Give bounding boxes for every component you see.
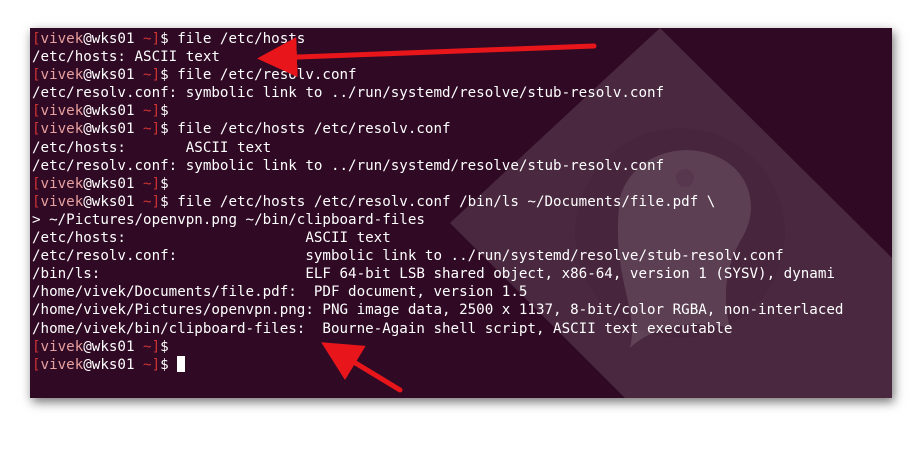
prompt-line: [vivek@wks01 ~]$	[32, 175, 892, 193]
command-text: file /etc/resolv.conf	[168, 67, 357, 84]
prompt-host: @wks01	[83, 103, 135, 120]
prompt-symbol: $	[160, 175, 169, 192]
prompt-line: [vivek@wks01 ~]$ file /etc/hosts	[32, 30, 892, 48]
output-text: /home/vivek/Documents/file.pdf: PDF docu…	[32, 284, 528, 301]
prompt-user: vivek	[40, 175, 84, 192]
output-line: /etc/hosts: ASCII text	[32, 139, 892, 157]
command-text: file /etc/hosts /etc/resolv.conf	[168, 121, 451, 138]
prompt-dir: ~]	[134, 31, 161, 47]
output-line: /etc/resolv.conf: symbolic link to ../ru…	[32, 84, 892, 102]
prompt-symbol: $	[160, 31, 169, 47]
screenshot-canvas: [vivek@wks01 ~]$ file /etc/hosts/etc/hos…	[0, 0, 921, 460]
prompt-bracket-open: [	[32, 356, 41, 373]
text-cursor[interactable]	[177, 355, 186, 372]
prompt-dir: ~]	[134, 338, 161, 355]
output-text: > ~/Pictures/openvpn.png ~/bin/clipboard…	[32, 211, 425, 228]
prompt-bracket-open: [	[32, 338, 41, 355]
prompt-host: @wks01	[83, 356, 135, 373]
output-text: /etc/resolv.conf: symbolic link to ../ru…	[32, 248, 784, 265]
prompt-line: [vivek@wks01 ~]$	[32, 338, 892, 356]
prompt-bracket-open: [	[32, 103, 41, 120]
prompt-dir: ~]	[134, 67, 161, 84]
prompt-dir: ~]	[134, 121, 161, 138]
prompt-bracket-open: [	[32, 121, 41, 138]
output-line: /etc/resolv.conf: symbolic link to ../ru…	[32, 157, 892, 175]
output-text: /home/vivek/Pictures/openvpn.png: PNG im…	[32, 302, 844, 319]
prompt-user: vivek	[40, 67, 84, 84]
prompt-symbol: $	[160, 356, 169, 373]
prompt-dir: ~]	[134, 103, 161, 120]
output-text: /etc/hosts: ASCII text	[32, 49, 220, 66]
output-text: /etc/resolv.conf: symbolic link to ../ru…	[32, 85, 665, 102]
output-line: /etc/hosts: ASCII text	[32, 48, 892, 66]
prompt-dir: ~]	[134, 175, 161, 192]
output-line: /home/vivek/Documents/file.pdf: PDF docu…	[32, 283, 892, 301]
prompt-symbol: $	[160, 103, 169, 120]
prompt-line: [vivek@wks01 ~]$ file /etc/hosts /etc/re…	[32, 120, 892, 138]
prompt-user: vivek	[40, 193, 84, 210]
output-line: /etc/resolv.conf: symbolic link to ../ru…	[32, 247, 892, 265]
prompt-bracket-open: [	[32, 175, 41, 192]
prompt-line: [vivek@wks01 ~]$	[32, 102, 892, 120]
command-text: file /etc/hosts	[168, 31, 306, 47]
output-text: /etc/resolv.conf: symbolic link to ../ru…	[32, 157, 665, 174]
output-text: /etc/hosts: ASCII text	[32, 230, 391, 247]
prompt-host: @wks01	[83, 175, 135, 192]
prompt-dir: ~]	[134, 356, 161, 373]
terminal-output: [vivek@wks01 ~]$ file /etc/hosts/etc/hos…	[32, 30, 892, 374]
prompt-symbol: $	[160, 193, 169, 210]
output-text: /etc/hosts: ASCII text	[32, 139, 272, 156]
prompt-bracket-open: [	[32, 193, 41, 210]
prompt-dir: ~]	[134, 193, 161, 210]
output-text: /home/vivek/bin/clipboard-files: Bourne-…	[32, 320, 733, 337]
prompt-host: @wks01	[83, 67, 135, 84]
output-text: /bin/ls: ELF 64-bit LSB shared object, x…	[32, 266, 835, 283]
prompt-host: @wks01	[83, 193, 135, 210]
prompt-user: vivek	[40, 103, 84, 120]
prompt-line: [vivek@wks01 ~]$ file /etc/hosts /etc/re…	[32, 193, 892, 211]
prompt-user: vivek	[40, 121, 84, 138]
prompt-bracket-open: [	[32, 67, 41, 84]
prompt-symbol: $	[160, 338, 169, 355]
prompt-user: vivek	[40, 31, 84, 47]
prompt-symbol: $	[160, 121, 169, 138]
prompt-line: [vivek@wks01 ~]$	[32, 355, 892, 374]
prompt-symbol: $	[160, 67, 169, 84]
command-text	[169, 357, 178, 373]
output-line: /bin/ls: ELF 64-bit LSB shared object, x…	[32, 265, 892, 283]
prompt-user: vivek	[40, 338, 84, 355]
prompt-host: @wks01	[83, 121, 135, 138]
prompt-line: [vivek@wks01 ~]$ file /etc/resolv.conf	[32, 66, 892, 84]
prompt-host: @wks01	[83, 31, 135, 47]
prompt-user: vivek	[40, 356, 84, 373]
output-line: /home/vivek/Pictures/openvpn.png: PNG im…	[32, 301, 892, 319]
output-line: /home/vivek/bin/clipboard-files: Bourne-…	[32, 320, 892, 338]
prompt-bracket-open: [	[32, 31, 41, 47]
output-line: > ~/Pictures/openvpn.png ~/bin/clipboard…	[32, 211, 892, 229]
prompt-host: @wks01	[83, 338, 135, 355]
command-text: file /etc/hosts /etc/resolv.conf /bin/ls…	[168, 193, 716, 210]
output-line: /etc/hosts: ASCII text	[32, 229, 892, 247]
terminal-window[interactable]: [vivek@wks01 ~]$ file /etc/hosts/etc/hos…	[30, 28, 892, 398]
